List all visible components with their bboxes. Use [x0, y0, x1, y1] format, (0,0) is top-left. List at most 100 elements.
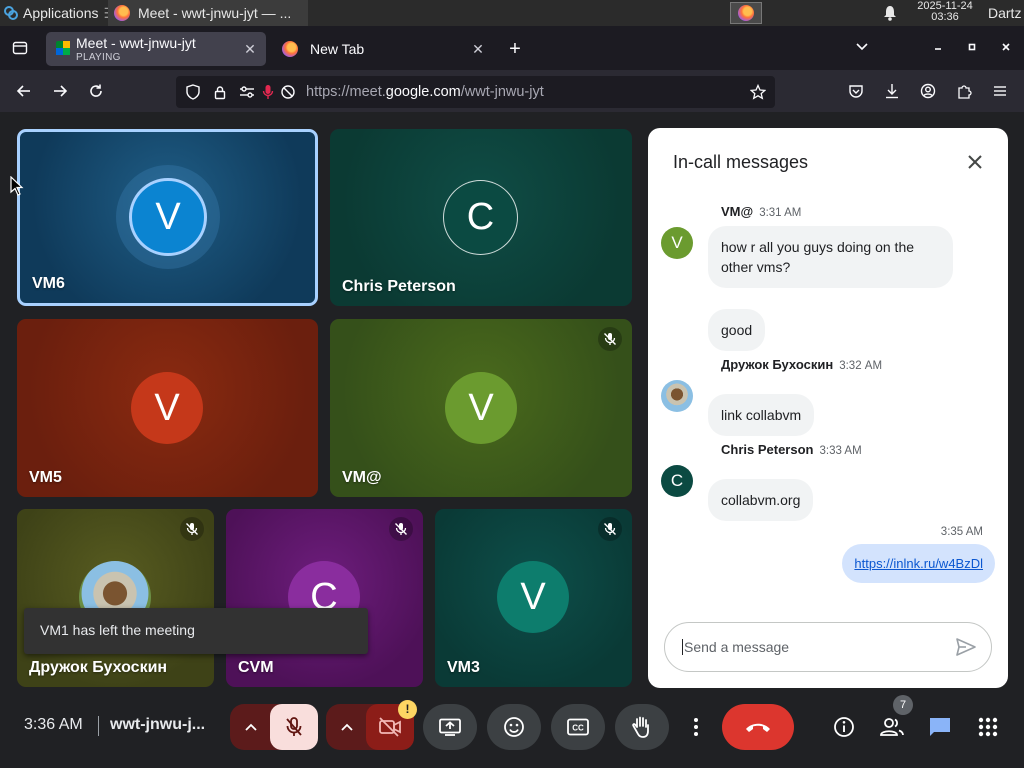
activities-grid-icon[interactable] [974, 713, 1002, 741]
send-icon[interactable] [955, 636, 977, 658]
leave-call-button[interactable] [722, 704, 794, 750]
list-all-tabs-icon[interactable] [850, 38, 874, 58]
downloads-icon[interactable] [880, 79, 904, 103]
avatar: V [661, 227, 693, 259]
taskbar-window-title: Meet - wwt-jnwu-jyt — ... [138, 5, 292, 21]
own-message-link[interactable]: https://inlnk.ru/w4BzDl [842, 544, 995, 583]
reactions-button[interactable] [487, 704, 541, 750]
close-icon[interactable]: ✕ [242, 41, 258, 57]
tray-firefox-button[interactable] [730, 2, 762, 24]
maximize-icon[interactable] [960, 38, 984, 58]
new-tab-button[interactable]: + [503, 38, 527, 62]
clock-time: 03:36 [931, 11, 959, 23]
tab-new-tab[interactable]: New Tab ✕ [274, 32, 494, 66]
lock-icon[interactable] [212, 84, 228, 100]
people-icon[interactable] [878, 713, 906, 741]
more-options-button[interactable] [682, 704, 710, 750]
firefox-icon [738, 5, 754, 21]
message-bubble: collabvm.org [708, 479, 814, 521]
user-menu[interactable]: Dartz [988, 0, 1021, 26]
message-input[interactable]: Send a message [664, 622, 992, 672]
participant-name: CVM [238, 659, 274, 676]
microphone-in-use-icon[interactable] [260, 84, 276, 100]
close-window-icon[interactable] [994, 38, 1018, 58]
reload-icon[interactable] [84, 79, 108, 103]
microphone-control [230, 704, 318, 750]
participant-tile-druzhok[interactable]: Дружок Бухоскин [17, 509, 214, 687]
meeting-clock: 3:36 AM [24, 716, 83, 733]
applications-label: Applications [23, 5, 99, 21]
clock[interactable]: 2025-11-24 03:36 [905, 1, 985, 23]
os-taskbar: Applications ☰ Meet - wwt-jnwu-jyt — ...… [0, 0, 1024, 26]
captions-button[interactable]: CC [551, 704, 605, 750]
address-bar[interactable]: https://meet.google.com/wwt-jnwu-jyt [176, 76, 775, 108]
close-icon[interactable]: ✕ [470, 41, 486, 57]
firefox-view-icon[interactable] [8, 36, 32, 60]
mic-off-button[interactable] [270, 704, 318, 750]
tab-playing-label: PLAYING [76, 52, 121, 63]
avatar: V [445, 372, 517, 444]
participant-name: Дружок Бухоскин [29, 659, 168, 676]
participant-name: Chris Peterson [342, 278, 456, 295]
participant-name: VM5 [29, 469, 62, 486]
emoji-icon [504, 717, 524, 737]
svg-text:CC: CC [572, 724, 584, 733]
participant-tile-vm5[interactable]: V VM5 [17, 319, 318, 497]
raise-hand-button[interactable] [615, 704, 669, 750]
chat-panel: In-call messages V VM@ 3:31 AM how r all … [648, 128, 1008, 688]
firefox-icon [282, 41, 298, 57]
chat-icon[interactable] [926, 713, 954, 741]
participant-name: VM@ [342, 469, 382, 486]
applications-menu[interactable]: Applications ☰ [0, 0, 116, 26]
avatar: V [131, 372, 203, 444]
present-screen-button[interactable] [423, 704, 477, 750]
pocket-icon[interactable] [844, 79, 868, 103]
video-options-chevron-icon[interactable] [336, 716, 358, 738]
captions-icon: CC [567, 718, 589, 736]
taskbar-window-button[interactable]: Meet - wwt-jnwu-jyt — ... [108, 0, 308, 26]
message-header: Chris Peterson 3:33 AM [721, 442, 862, 457]
avatar: V [129, 178, 207, 256]
notification-bell-icon[interactable] [880, 3, 900, 23]
message-bubble: good [708, 309, 766, 351]
audio-options-chevron-icon[interactable] [240, 716, 262, 738]
participant-tile-vm-at[interactable]: V VM@ [330, 319, 632, 497]
meet-page: V VM6 C Chris Peterson V VM5 V VM@ Дружо… [0, 112, 1024, 768]
hang-up-icon [746, 723, 770, 732]
close-icon[interactable] [962, 149, 988, 175]
meeting-details-info-icon[interactable] [830, 713, 858, 741]
message-header: VM@ 3:31 AM [721, 204, 802, 219]
muted-mic-icon [180, 517, 204, 541]
menu-icon[interactable] [988, 79, 1012, 103]
mic-off-icon [286, 717, 302, 736]
permissions-icon[interactable] [239, 84, 255, 100]
account-icon[interactable] [916, 79, 940, 103]
meeting-code[interactable]: wwt-jnwu-j... [110, 716, 205, 734]
notification-toast: VM1 has left the meeting [24, 608, 368, 654]
xfce-logo-icon [4, 6, 18, 20]
participant-name: VM6 [32, 275, 65, 292]
present-screen-icon [439, 718, 461, 736]
back-icon[interactable] [12, 79, 36, 103]
divider [98, 716, 99, 736]
browser-tab-bar: Meet - wwt-jnwu-jyt PLAYING ✕ New Tab ✕ … [0, 26, 1024, 70]
avatar: V [497, 561, 569, 633]
muted-mic-icon [389, 517, 413, 541]
participant-tile-vm6[interactable]: V VM6 [17, 129, 318, 306]
browser-navigation-bar: https://meet.google.com/wwt-jnwu-jyt [0, 70, 1024, 112]
forward-icon[interactable] [48, 79, 72, 103]
bookmark-star-icon[interactable] [750, 84, 766, 100]
camera-blocked-icon[interactable] [280, 84, 296, 100]
url-text: https://meet.google.com/wwt-jnwu-jyt [306, 84, 544, 100]
participant-tile-vm3[interactable]: V VM3 [435, 509, 632, 687]
profile-photo [661, 380, 693, 412]
message-header: Дружок Бухоскин 3:32 AM [721, 357, 883, 372]
tab-meet[interactable]: Meet - wwt-jnwu-jyt PLAYING ✕ [46, 32, 266, 66]
chat-panel-title: In-call messages [673, 152, 809, 172]
shield-icon[interactable] [185, 84, 201, 100]
participant-tile-chris-peterson[interactable]: C Chris Peterson [330, 129, 632, 306]
muted-mic-icon [598, 517, 622, 541]
participant-tile-cvm[interactable]: C CVM [226, 509, 423, 687]
minimize-icon[interactable] [926, 38, 950, 58]
extensions-icon[interactable] [952, 79, 976, 103]
